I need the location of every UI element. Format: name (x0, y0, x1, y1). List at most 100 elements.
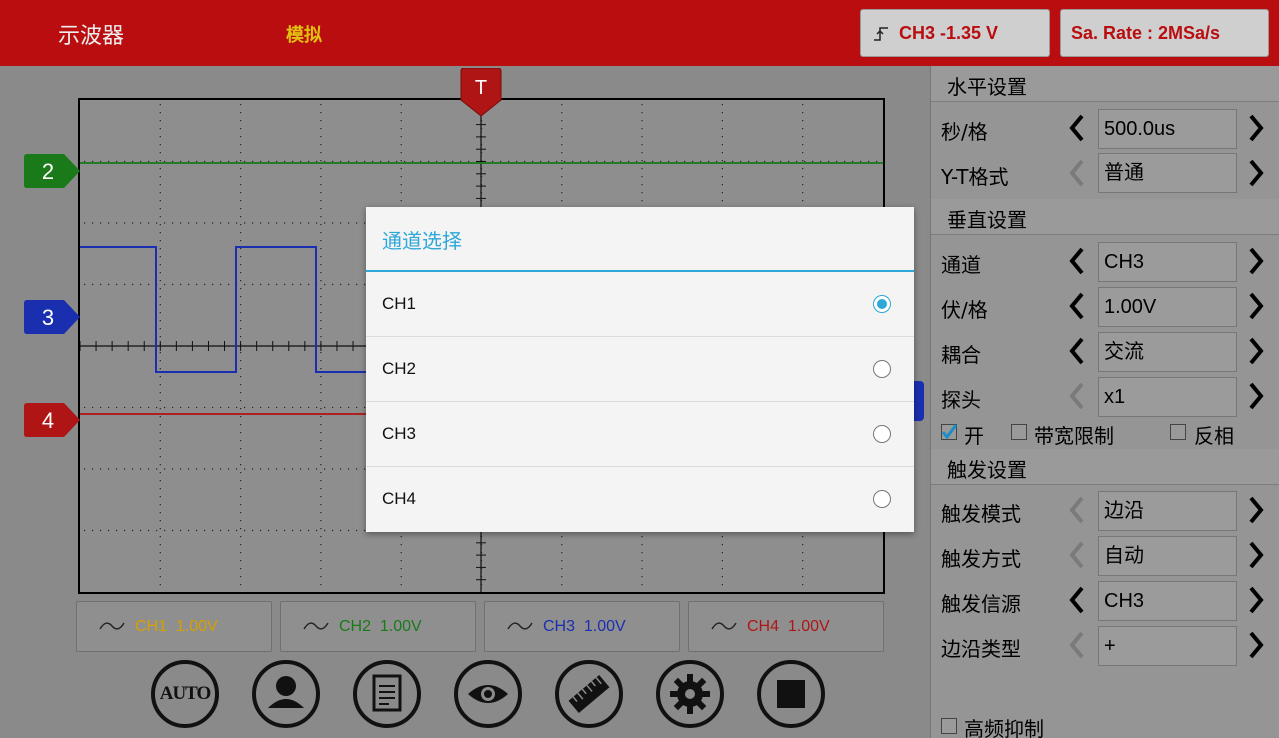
chevron-right-icon[interactable] (1246, 158, 1266, 188)
trigger-status-button[interactable]: CH3 -1.35 V (860, 9, 1050, 57)
volt-div-label: 伏/格 (941, 298, 988, 322)
chevron-left-icon[interactable] (1067, 291, 1087, 321)
trigger-status-text: CH3 -1.35 V (899, 23, 999, 43)
ch4-scale-box[interactable]: CH4 1.00V (688, 601, 884, 652)
channel-on-label: 开 (964, 424, 984, 448)
chevron-right-icon[interactable] (1246, 540, 1266, 570)
trigger-mode-label: 触发模式 (941, 502, 1021, 526)
channel-field[interactable]: CH3 (1098, 242, 1237, 282)
auto-button[interactable]: AUTO (151, 660, 219, 728)
yt-format-field[interactable]: 普通 (1098, 153, 1237, 193)
svg-text:3: 3 (42, 305, 54, 330)
checkmark-icon (941, 424, 957, 440)
trigger-mode-field[interactable]: 边沿 (1098, 491, 1237, 531)
trigger-section-header: 触发设置 (931, 449, 1279, 485)
probe-label: 探头 (941, 388, 981, 412)
trigger-source-field[interactable]: CH3 (1098, 581, 1237, 621)
radio-button[interactable] (873, 425, 891, 443)
bw-limit-label: 带宽限制 (1034, 424, 1114, 448)
time-div-label: 秒/格 (941, 120, 988, 144)
ch2-scale: 1.00V (379, 618, 422, 635)
horizontal-section-header: 水平设置 (931, 66, 1279, 102)
ch2-scale-box[interactable]: CH2 1.00V (280, 601, 476, 652)
probe-field[interactable]: x1 (1098, 377, 1237, 417)
chevron-left-icon[interactable] (1067, 336, 1087, 366)
user-button[interactable] (252, 660, 320, 728)
volt-div-field[interactable]: 1.00V (1098, 287, 1237, 327)
time-div-field[interactable]: 500.0us (1098, 109, 1237, 149)
settings-button[interactable] (656, 660, 724, 728)
yt-format-label: Y-T格式 (941, 165, 1009, 189)
radio-button[interactable] (873, 490, 891, 508)
gear-icon (670, 674, 710, 714)
ch3-scale: 1.00V (583, 618, 626, 635)
ch3-level-marker[interactable]: 3 (24, 300, 80, 334)
option-label: CH2 (382, 359, 417, 378)
settings-panel: 水平设置 秒/格 500.0us Y-T格式 普通 垂直设置 通道 CH3 伏/… (930, 66, 1279, 738)
chevron-right-icon[interactable] (1246, 336, 1266, 366)
chevron-right-icon[interactable] (1246, 113, 1266, 143)
channel-option-ch4[interactable]: CH4 (366, 467, 914, 532)
chevron-left-icon[interactable] (1067, 246, 1087, 276)
channel-option-ch1[interactable]: CH1 (366, 272, 914, 337)
coupling-label: 耦合 (941, 343, 981, 367)
sample-rate-display[interactable]: Sa. Rate : 2MSa/s (1060, 9, 1269, 57)
auto-icon: AUTO (159, 683, 212, 704)
ch4-scale: 1.00V (787, 618, 830, 635)
ch1-scale-box[interactable]: CH1 1.00V (76, 601, 272, 652)
view-button[interactable] (454, 660, 522, 728)
radio-button[interactable] (873, 360, 891, 378)
trigger-marker-label: T (475, 77, 487, 99)
option-label: CH3 (382, 424, 417, 443)
chevron-right-icon[interactable] (1246, 495, 1266, 525)
trigger-type-label: 触发方式 (941, 547, 1021, 571)
coupling-field[interactable]: 交流 (1098, 332, 1237, 372)
mode-label[interactable]: 模拟 (286, 21, 322, 47)
ruler-icon (568, 675, 610, 713)
chevron-left-icon[interactable] (1067, 630, 1087, 660)
trigger-edge-icon (874, 27, 888, 41)
channel-select-dialog: 通道选择 CH1 CH2 CH3 CH4 (366, 207, 914, 532)
top-bar: 示波器 模拟 CH3 -1.35 V Sa. Rate : 2MSa/s (0, 0, 1279, 66)
measure-button[interactable] (555, 660, 623, 728)
eye-icon (468, 685, 508, 703)
ch4-name: CH4 (747, 618, 780, 635)
chevron-left-icon[interactable] (1067, 540, 1087, 570)
ac-wave-icon (711, 622, 737, 630)
channel-option-ch3[interactable]: CH3 (366, 402, 914, 467)
trigger-position-marker[interactable]: T (459, 68, 503, 118)
chevron-left-icon[interactable] (1067, 495, 1087, 525)
trigger-source-label: 触发信源 (941, 592, 1021, 616)
bw-limit-checkbox[interactable] (1011, 424, 1027, 440)
chevron-left-icon[interactable] (1067, 158, 1087, 188)
chevron-right-icon[interactable] (1246, 585, 1266, 615)
option-label: CH1 (382, 294, 417, 313)
ch2-level-marker[interactable]: 2 (24, 154, 80, 188)
stop-button[interactable] (757, 660, 825, 728)
edge-type-label: 边沿类型 (941, 637, 1021, 661)
chevron-right-icon[interactable] (1246, 381, 1266, 411)
ch1-scale: 1.00V (175, 618, 218, 635)
document-icon (372, 674, 402, 712)
user-icon (268, 676, 304, 708)
hf-reject-label: 高频抑制 (964, 717, 1044, 738)
chevron-right-icon[interactable] (1246, 291, 1266, 321)
invert-checkbox[interactable] (1170, 424, 1186, 440)
chevron-left-icon[interactable] (1067, 113, 1087, 143)
radio-button-selected[interactable] (873, 295, 891, 313)
dialog-title: 通道选择 (382, 229, 462, 253)
ch2-name: CH2 (339, 618, 372, 635)
chevron-right-icon[interactable] (1246, 630, 1266, 660)
invert-label: 反相 (1194, 424, 1234, 448)
chevron-left-icon[interactable] (1067, 585, 1087, 615)
channel-on-checkbox[interactable] (941, 424, 957, 440)
ch3-scale-box[interactable]: CH3 1.00V (484, 601, 680, 652)
chevron-left-icon[interactable] (1067, 381, 1087, 411)
channel-option-ch2[interactable]: CH2 (366, 337, 914, 402)
report-button[interactable] (353, 660, 421, 728)
hf-reject-checkbox[interactable] (941, 718, 957, 734)
edge-type-field[interactable]: + (1098, 626, 1237, 666)
trigger-type-field[interactable]: 自动 (1098, 536, 1237, 576)
ch4-level-marker[interactable]: 4 (24, 403, 80, 437)
chevron-right-icon[interactable] (1246, 246, 1266, 276)
